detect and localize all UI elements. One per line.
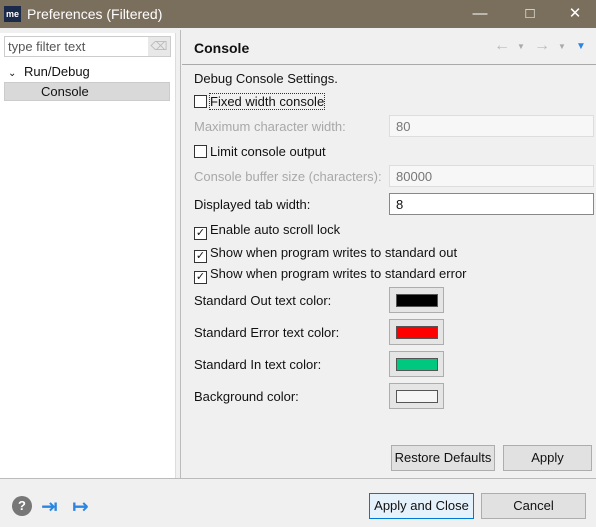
stdin-color-button[interactable] <box>389 351 444 377</box>
minimize-button[interactable]: — <box>457 0 503 28</box>
view-menu-icon[interactable]: ▼ <box>576 41 586 52</box>
back-arrow-icon[interactable]: ← <box>494 37 510 55</box>
help-icon[interactable]: ? <box>12 496 32 516</box>
maximize-button[interactable]: □ <box>507 0 553 28</box>
restore-defaults-button[interactable]: Restore Defaults <box>391 445 495 471</box>
description: Debug Console Settings. <box>194 71 338 86</box>
cancel-button[interactable]: Cancel <box>481 493 586 519</box>
title-bar: me Preferences (Filtered) — □ ✕ <box>0 0 596 28</box>
stdout-color-button[interactable] <box>389 287 444 313</box>
app-logo: me <box>4 6 21 22</box>
tab-width-label: Displayed tab width: <box>194 197 311 212</box>
forward-menu-icon[interactable]: ▼ <box>558 42 566 51</box>
stderr-color-button[interactable] <box>389 319 444 345</box>
window-title: Preferences (Filtered) <box>27 6 163 22</box>
export-icon[interactable]: ↦ <box>72 494 89 519</box>
chevron-down-icon: ⌄ <box>8 68 17 79</box>
page-title: Console <box>194 40 250 56</box>
stderr-color-label: Standard Error text color: <box>194 325 340 340</box>
filter-input[interactable]: type filter text <box>4 36 171 57</box>
limit-output-checkbox[interactable]: Limit console output <box>194 144 326 159</box>
buffer-size-label: Console buffer size (characters): <box>194 169 382 184</box>
apply-button[interactable]: Apply <box>503 445 592 471</box>
show-err-checkbox[interactable]: ✓ Show when program writes to standard er… <box>194 266 467 284</box>
auto-scroll-checkbox[interactable]: ✓ Enable auto scroll lock <box>194 222 340 240</box>
forward-arrow-icon[interactable]: → <box>534 37 550 55</box>
tab-width-input[interactable]: 8 <box>389 193 594 215</box>
apply-and-close-button[interactable]: Apply and Close <box>369 493 474 519</box>
max-width-label: Maximum character width: <box>194 119 346 134</box>
background-color-label: Background color: <box>194 389 299 404</box>
show-out-checkbox[interactable]: ✓ Show when program writes to standard ou… <box>194 245 457 263</box>
footer-separator <box>0 478 596 479</box>
background-color-button[interactable] <box>389 383 444 409</box>
header-separator <box>182 64 596 65</box>
tree-item-console[interactable]: Console <box>4 82 170 101</box>
max-width-input[interactable]: 80 <box>389 115 594 137</box>
buffer-size-input[interactable]: 80000 <box>389 165 594 187</box>
tree-item-run-debug[interactable]: ⌄ Run/Debug <box>8 64 90 79</box>
clear-filter-icon[interactable]: ⌫ <box>148 37 170 56</box>
stdin-color-label: Standard In text color: <box>194 357 322 372</box>
close-button[interactable]: ✕ <box>552 0 596 28</box>
import-icon[interactable]: ⇥ <box>41 494 58 519</box>
stdout-color-label: Standard Out text color: <box>194 293 332 308</box>
fixed-width-checkbox[interactable]: Fixed width console <box>194 93 326 110</box>
divider <box>180 30 181 478</box>
back-menu-icon[interactable]: ▼ <box>517 42 525 51</box>
